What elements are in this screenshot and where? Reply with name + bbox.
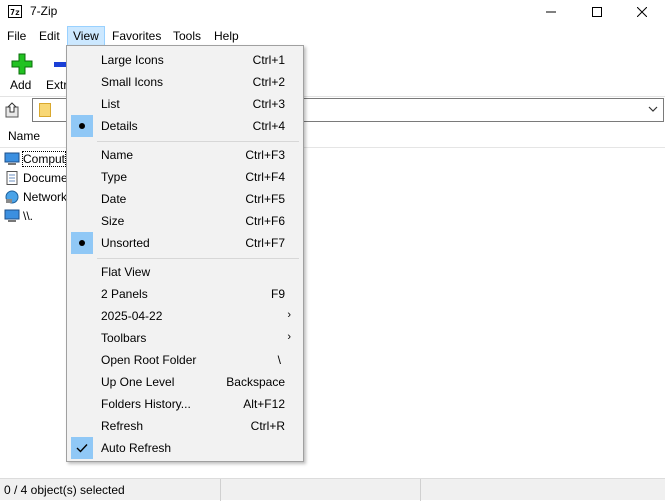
up-folder-icon [5,102,19,118]
menu-item-refresh[interactable]: Refresh Ctrl+R [69,415,301,437]
list-item[interactable]: \\. [4,206,74,225]
maximize-icon [592,7,602,17]
menu-item-folders-history[interactable]: Folders History... Alt+F12 [69,393,301,415]
window-title: 7-Zip [30,4,58,18]
menu-item-list[interactable]: List Ctrl+3 [69,93,301,115]
chevron-down-icon [648,106,658,112]
menu-item-up-one-level[interactable]: Up One Level Backspace [69,371,301,393]
menu-file[interactable]: File [2,26,31,46]
status-text: 0 / 4 object(s) selected [4,483,125,497]
menu-separator [97,258,299,259]
extract-label: Extr [46,78,68,92]
check-icon [71,437,93,459]
menu-item-large-icons[interactable]: Large Icons Ctrl+1 [69,49,301,71]
close-icon [637,7,647,17]
documents-icon [6,170,18,185]
menu-item-size[interactable]: Size Ctrl+F6 [69,210,301,232]
menu-item-type[interactable]: Type Ctrl+F4 [69,166,301,188]
list-item-label: \\. [23,208,34,223]
add-button[interactable]: Add [8,48,36,96]
menu-help[interactable]: Help [209,26,244,46]
menu-item-name[interactable]: Name Ctrl+F3 [69,144,301,166]
status-bar: 0 / 4 object(s) selected [0,478,665,501]
menu-item-date[interactable]: Date Ctrl+F5 [69,188,301,210]
menu-edit[interactable]: Edit [34,26,65,46]
extract-button[interactable]: Extr [44,48,68,96]
folder-icon [39,103,51,117]
list-item-label: Docume [23,170,68,185]
list-item[interactable]: Comput [4,149,74,168]
column-name[interactable]: Name [8,129,40,143]
menu-item-auto-refresh[interactable]: Auto Refresh [69,437,301,459]
menu-item-flat-view[interactable]: Flat View [69,261,301,283]
menu-item-time-format[interactable]: 2025-04-22 › [69,305,301,327]
list-item-label: Comput [21,150,67,167]
add-icon [11,53,33,75]
up-folder-button[interactable] [4,101,24,121]
app-icon: 7z [8,5,22,18]
menu-view[interactable]: View [67,26,105,46]
network-icon [5,190,19,203]
menu-item-open-root-folder[interactable]: Open Root Folder \ [69,349,301,371]
menu-item-details[interactable]: Details Ctrl+4 [69,115,301,137]
status-divider [420,479,421,501]
status-divider [220,479,221,501]
minimize-icon [546,11,556,13]
add-label: Add [10,78,32,92]
menu-item-toolbars[interactable]: Toolbars › [69,327,301,349]
view-menu: Large Icons Ctrl+1 Small Icons Ctrl+2 Li… [66,45,304,462]
submenu-arrow-icon: › [287,309,291,321]
menu-bar: File Edit View Favorites Tools Help [0,26,665,46]
list-item[interactable]: Docume [4,168,74,187]
menu-item-small-icons[interactable]: Small Icons Ctrl+2 [69,71,301,93]
bullet-icon [71,115,93,137]
maximize-button[interactable] [574,0,620,24]
bullet-icon [71,232,93,254]
menu-item-unsorted[interactable]: Unsorted Ctrl+F7 [69,232,301,254]
list-item-label: Network [23,189,68,204]
menu-tools[interactable]: Tools [168,26,206,46]
menu-favorites[interactable]: Favorites [107,26,166,46]
title-bar: 7z 7-Zip [0,0,665,24]
computer-icon [4,152,20,165]
list-item[interactable]: Network [4,187,74,206]
menu-item-2-panels[interactable]: 2 Panels F9 [69,283,301,305]
monitor-icon [4,209,20,222]
close-button[interactable] [619,0,665,24]
menu-separator [97,141,299,142]
submenu-arrow-icon: › [287,331,291,343]
minimize-button[interactable] [528,0,574,24]
